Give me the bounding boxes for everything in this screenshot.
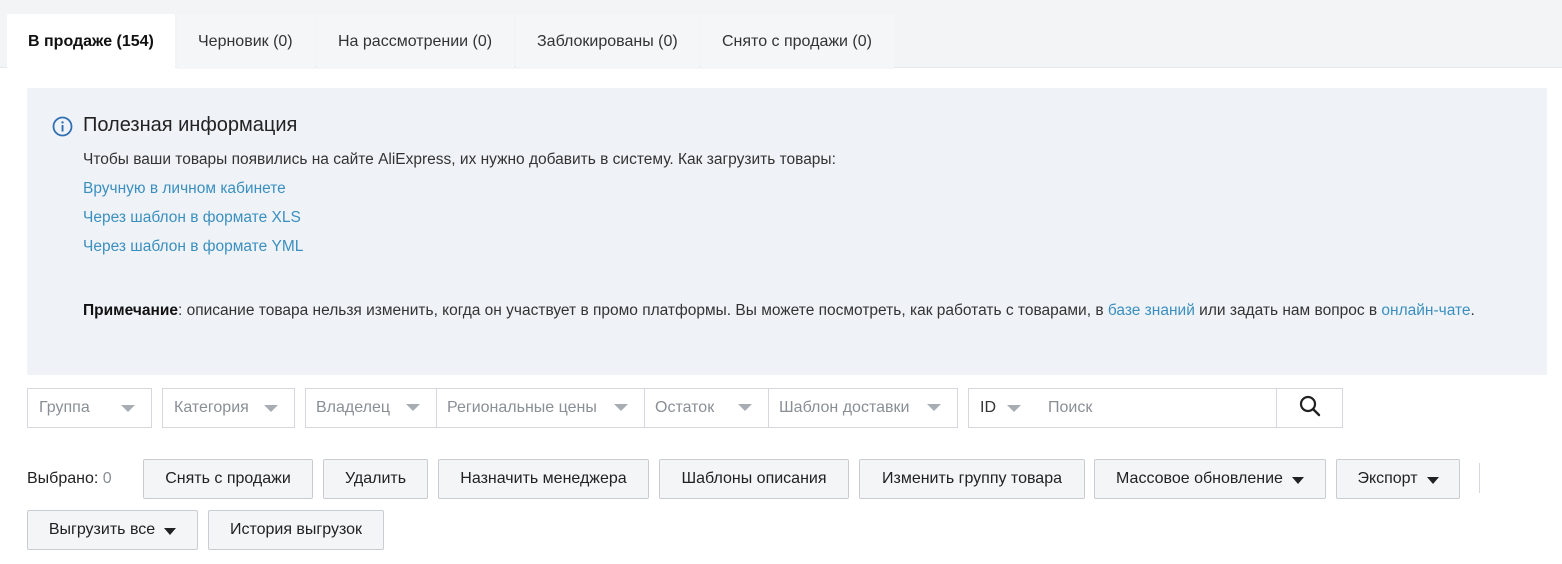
search-placeholder: Поиск [1048,399,1093,416]
chevron-down-icon [927,404,941,411]
export-button[interactable]: Экспорт [1336,459,1460,499]
info-note: Примечание: описание товара нельзя измен… [83,296,1503,325]
selected-label: Выбрано: [27,470,99,487]
toolbar-divider [1479,463,1480,493]
search-button[interactable] [1276,388,1343,428]
owner-select[interactable]: Владелец [306,389,437,427]
description-templates-label: Шаблоны описания [681,470,827,487]
export-label: Экспорт [1357,470,1418,487]
category-select[interactable]: Категория [162,388,295,428]
link-online-chat[interactable]: онлайн-чате [1381,302,1470,319]
regional-prices-select-label: Региональные цены [447,399,597,416]
selected-counter: Выбрано: 0 [27,470,112,488]
search-icon [1299,395,1321,422]
tab-under-review[interactable]: На рассмотрении (0) [317,14,514,69]
chevron-down-icon [738,404,752,411]
search-input[interactable]: Поиск [1037,388,1277,428]
remove-from-sale-label: Снять с продажи [165,470,291,487]
filter-group: Владелец Региональные цены Остаток Шабло… [305,388,958,428]
change-group-label: Изменить группу товара [881,470,1062,487]
remove-from-sale-button[interactable]: Снять с продажи [143,459,313,499]
tab-blocked[interactable]: Заблокированы (0) [516,14,699,69]
tab-draft[interactable]: Черновик (0) [177,14,315,69]
link-knowledge-base[interactable]: базе знаний [1108,302,1195,319]
id-select[interactable]: ID [968,388,1038,428]
info-icon [52,116,73,137]
delete-button[interactable]: Удалить [323,459,428,499]
owner-select-label: Владелец [316,399,391,416]
note-end: . [1470,302,1475,319]
info-text: Чтобы ваши товары появились на сайте Ali… [83,151,836,168]
chevron-down-icon [1007,405,1021,412]
stock-select[interactable]: Остаток [645,389,769,427]
upload-all-label: Выгрузить все [48,521,156,538]
upload-all-button[interactable]: Выгрузить все [27,510,198,550]
group-select[interactable]: Группа [27,388,152,428]
chevron-down-icon [406,404,420,411]
chevron-down-icon [614,404,628,411]
caret-down-icon [1426,476,1439,484]
bulk-update-label: Массовое обновление [1116,470,1283,487]
info-panel: Полезная информация Чтобы ваши товары по… [27,88,1547,375]
category-select-label: Категория [174,399,249,416]
chevron-down-icon [121,405,135,412]
bulk-update-button[interactable]: Массовое обновление [1094,459,1326,499]
link-yml-template[interactable]: Через шаблон в формате YML [83,238,303,256]
group-select-label: Группа [39,399,90,416]
id-select-label: ID [980,399,996,416]
caret-down-icon [1291,476,1304,484]
delivery-template-select[interactable]: Шаблон доставки [769,389,957,427]
note-text: : описание товара нельзя изменить, когда… [177,302,1108,319]
upload-history-label: История выгрузок [229,521,363,538]
tab-on-sale[interactable]: В продаже (154) [7,14,175,70]
status-tabs: В продаже (154) Черновик (0) На рассмотр… [7,14,894,70]
change-group-button[interactable]: Изменить группу товара [859,459,1085,499]
info-title: Полезная информация [83,114,298,136]
link-manual-upload[interactable]: Вручную в личном кабинете [83,180,286,198]
stock-select-label: Остаток [655,399,715,416]
delivery-template-select-label: Шаблон доставки [779,399,910,416]
link-xls-template[interactable]: Через шаблон в формате XLS [83,209,301,227]
assign-manager-label: Назначить менеджера [460,470,627,487]
tab-removed-from-sale[interactable]: Снято с продажи (0) [701,14,894,69]
caret-down-icon [164,527,177,535]
regional-prices-select[interactable]: Региональные цены [437,389,645,427]
note-text-2: или задать нам вопрос в [1194,302,1382,319]
upload-history-button[interactable]: История выгрузок [208,510,384,550]
chevron-down-icon [264,405,278,412]
assign-manager-button[interactable]: Назначить менеджера [438,459,649,499]
note-label: Примечание [83,302,178,319]
delete-label: Удалить [344,470,407,487]
description-templates-button[interactable]: Шаблоны описания [659,459,849,499]
selected-count: 0 [102,470,112,487]
